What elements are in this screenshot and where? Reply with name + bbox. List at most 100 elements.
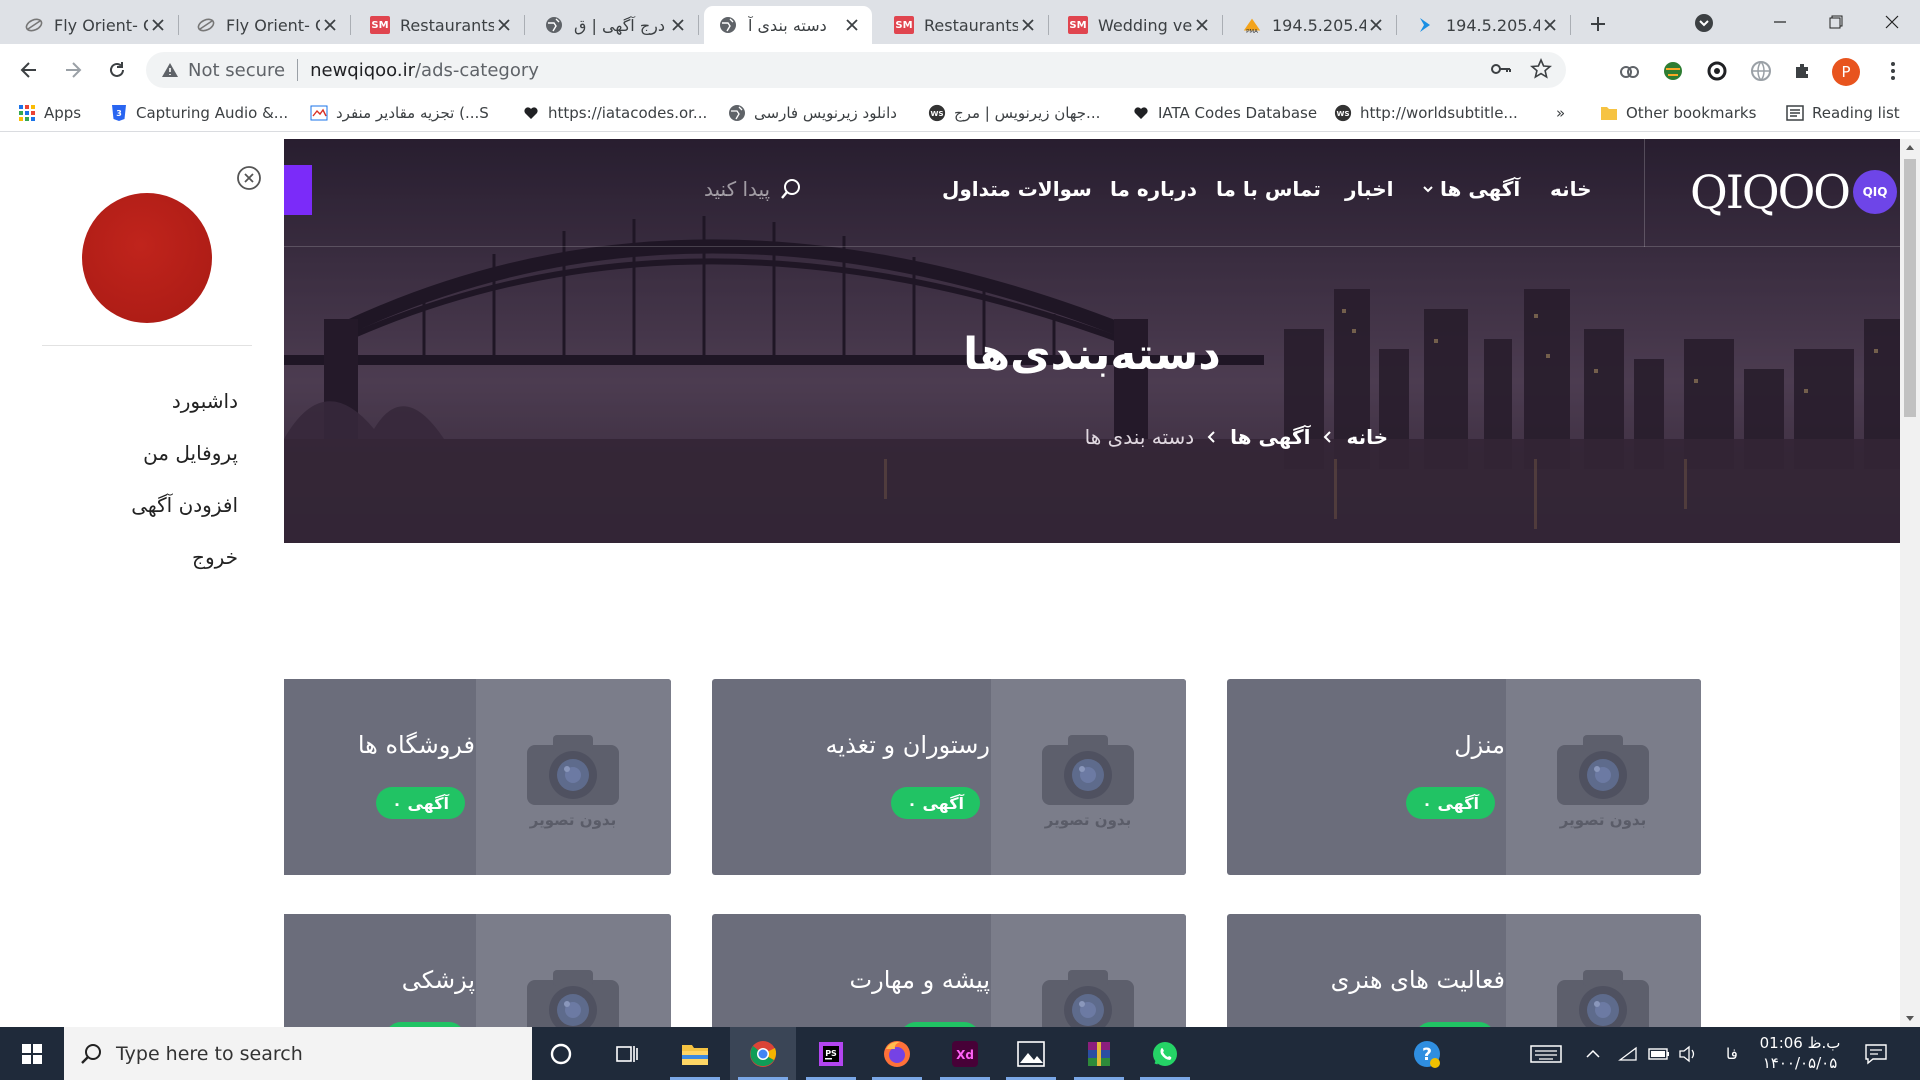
chrome-icon[interactable] [730, 1027, 796, 1080]
extension-loop-icon[interactable] [1704, 58, 1730, 84]
browser-tab[interactable]: دسته بندی آ [704, 6, 872, 44]
nav-news[interactable]: اخبار [1345, 177, 1393, 201]
browser-tab[interactable]: SM Restaurants [356, 6, 525, 44]
breadcrumb-home[interactable]: خانه [1346, 425, 1388, 449]
cortana-icon[interactable] [528, 1027, 594, 1080]
bookmark-item[interactable]: Apps [18, 104, 81, 122]
help-icon[interactable]: ? [1412, 1027, 1442, 1080]
drawer-item-profile[interactable]: پروفایل من [131, 427, 238, 479]
sidebar-toggle-button[interactable] [284, 165, 312, 215]
key-icon[interactable] [1490, 58, 1512, 80]
bookmark-item[interactable]: WS http://worldsubtitle... [1334, 104, 1518, 122]
close-tab-icon[interactable] [1540, 15, 1560, 35]
browser-tab[interactable]: 194.5.205.4 [1402, 6, 1571, 44]
extension-globe-icon[interactable] [1660, 58, 1686, 84]
profile-avatar[interactable]: P [1832, 58, 1860, 86]
drawer-item-dashboard[interactable]: داشبورد [131, 375, 238, 427]
bookmark-item[interactable]: IATA Codes Database [1132, 104, 1317, 122]
category-title[interactable]: فروشگاه ها [358, 731, 475, 759]
volume-icon[interactable] [1678, 1027, 1698, 1080]
other-bookmarks[interactable]: Other bookmarks [1600, 104, 1756, 122]
whatsapp-icon[interactable] [1132, 1027, 1198, 1080]
start-button[interactable] [0, 1027, 64, 1080]
battery-icon[interactable] [1648, 1027, 1670, 1080]
bookmarks-overflow-button[interactable]: » [1556, 104, 1565, 122]
browser-menu-icon[interactable] [1880, 58, 1906, 84]
language-indicator[interactable]: فا [1726, 1027, 1738, 1080]
extension-web-icon[interactable] [1748, 58, 1774, 84]
site-search[interactable]: پیدا کنید [704, 177, 802, 201]
firefox-icon[interactable] [864, 1027, 930, 1080]
close-tab-icon[interactable] [320, 15, 340, 35]
browser-tab[interactable]: Fly Orient- C [182, 6, 351, 44]
close-tab-icon[interactable] [1192, 15, 1212, 35]
close-drawer-button[interactable] [236, 165, 262, 191]
adobe-xd-icon[interactable]: Xd [932, 1027, 998, 1080]
category-title[interactable]: منزل [1454, 731, 1505, 759]
bookmark-item[interactable]: دانلود زیرنویس فارسی [728, 104, 897, 122]
drawer-item-logout[interactable]: خروج [131, 531, 238, 583]
wifi-icon[interactable] [1618, 1027, 1638, 1080]
show-hidden-icons-icon[interactable] [1586, 1027, 1600, 1080]
star-bookmark-icon[interactable] [1530, 58, 1552, 80]
breadcrumb-ads[interactable]: آگهی ها [1230, 425, 1310, 449]
browser-tab[interactable]: SM Restaurants [880, 6, 1049, 44]
nav-ads[interactable]: آگهی ها [1422, 177, 1520, 201]
reading-list[interactable]: Reading list [1786, 104, 1900, 122]
browser-tab[interactable]: درج آگهی | ق [530, 6, 699, 44]
bookmark-item[interactable]: 3 Capturing Audio &... [110, 104, 288, 122]
nav-about[interactable]: درباره ما [1110, 177, 1197, 201]
nav-faq[interactable]: سوالات متداول [942, 177, 1092, 201]
photos-icon[interactable] [998, 1027, 1064, 1080]
winrar-icon[interactable] [1066, 1027, 1132, 1080]
reload-button[interactable] [104, 57, 130, 83]
category-title[interactable]: رستوران و تغذیه [826, 731, 990, 759]
category-title[interactable]: فعالیت های هنری [1331, 966, 1505, 994]
search-input[interactable]: پیدا کنید [704, 177, 770, 201]
drawer-item-add-ad[interactable]: افزودن آگهی [131, 479, 238, 531]
category-card[interactable]: بدون تصویرپیشه و مهارت [712, 914, 1186, 1027]
search-icon[interactable] [780, 178, 802, 200]
extensions-puzzle-icon[interactable] [1790, 58, 1816, 84]
category-card[interactable]: بدون تصویر منزل ۰ آگهی [1227, 679, 1701, 875]
forward-button[interactable] [60, 57, 86, 83]
page-scrollbar[interactable] [1900, 139, 1920, 1027]
url-text[interactable]: newqiqoo.ir/ads-category [310, 60, 539, 81]
notifications-icon[interactable] [1864, 1027, 1888, 1080]
file-explorer-icon[interactable] [662, 1027, 728, 1080]
bookmark-item[interactable]: WS جهان زیرنویس | مرج... [928, 104, 1100, 122]
category-title[interactable]: پزشکی [402, 966, 475, 994]
minimize-button[interactable] [1752, 0, 1808, 44]
category-card[interactable]: بدون تصویرپزشکی [220, 914, 671, 1027]
phpstorm-icon[interactable]: PS [798, 1027, 864, 1080]
bookmark-item[interactable]: تجزیه مقادیر منفرد (...S [310, 104, 489, 122]
extension-cloud-icon[interactable] [1616, 58, 1642, 84]
keyboard-tray-icon[interactable] [1530, 1027, 1562, 1080]
scrollbar-thumb[interactable] [1904, 159, 1916, 417]
restore-button[interactable] [1808, 0, 1864, 44]
category-card[interactable]: بدون تصویر رستوران و تغذیه ۰ آگهی [712, 679, 1186, 875]
back-button[interactable] [16, 57, 42, 83]
site-logo[interactable]: QIQOO QIQ [1690, 165, 1898, 219]
close-tab-icon[interactable] [668, 15, 688, 35]
close-window-button[interactable] [1864, 0, 1920, 44]
tab-search-button[interactable] [1692, 11, 1716, 35]
taskbar-search[interactable]: Type here to search [64, 1027, 532, 1080]
browser-tab[interactable]: Fly Orient- C [10, 6, 179, 44]
bookmark-item[interactable]: https://iatacodes.or... [522, 104, 707, 122]
category-card[interactable]: بدون تصویرفعالیت های هنری [1227, 914, 1701, 1027]
category-title[interactable]: پیشه و مهارت [850, 966, 990, 994]
close-tab-icon[interactable] [148, 15, 168, 35]
nav-contact[interactable]: تماس با ما [1216, 177, 1321, 201]
task-view-icon[interactable] [594, 1027, 660, 1080]
close-tab-icon[interactable] [842, 15, 862, 35]
close-tab-icon[interactable] [1018, 15, 1038, 35]
nav-home[interactable]: خانه [1550, 177, 1592, 201]
system-clock[interactable]: 01:06 ب.ظ ۱۴۰۰/۰۵/۰۵ [1752, 1033, 1848, 1073]
close-tab-icon[interactable] [494, 15, 514, 35]
browser-tab[interactable]: SM Wedding ve [1054, 6, 1223, 44]
browser-tab[interactable]: PMA 194.5.205.4 [1228, 6, 1397, 44]
security-label[interactable]: Not secure [188, 60, 285, 81]
address-bar[interactable]: Not secure newqiqoo.ir/ads-category [146, 52, 1566, 88]
category-card[interactable]: بدون تصویر فروشگاه ها ۰ آگهی [220, 679, 671, 875]
